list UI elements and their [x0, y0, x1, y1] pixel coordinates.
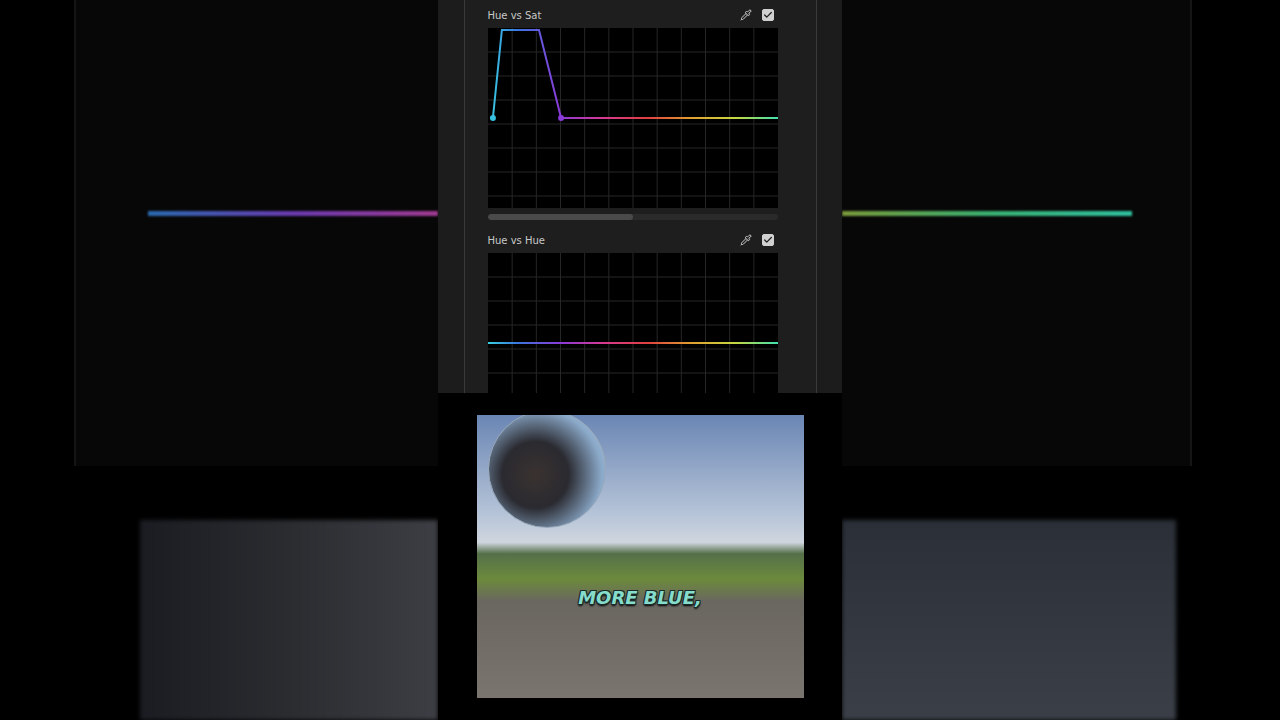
curve-section: Hue vs Sat — [488, 2, 776, 220]
curve-handle[interactable] — [558, 115, 564, 121]
eyedropper-icon[interactable] — [740, 234, 752, 246]
curve-title: Hue vs Hue — [488, 235, 546, 246]
curve-header: Hue vs Hue — [488, 227, 776, 253]
video-photo: MORE BLUE, — [477, 415, 804, 698]
scrollbar-thumb[interactable] — [488, 214, 633, 220]
blurred-right-side — [842, 0, 1280, 720]
check-icon — [763, 10, 773, 20]
curve-graph[interactable] — [488, 28, 778, 208]
curve-handle[interactable] — [489, 115, 495, 121]
curve-line[interactable] — [492, 30, 777, 118]
curve-graph[interactable] — [488, 253, 778, 393]
eyedropper-icon[interactable] — [740, 9, 752, 21]
curve-title: Hue vs Sat — [488, 10, 542, 21]
webcam-overlay — [488, 415, 606, 528]
center-column: Hue vs Sat Hue vs Hue MORE BLUE, — [438, 0, 842, 720]
video-frame: Hue vs Sat Hue vs Hue MORE BLUE, — [0, 0, 1280, 720]
enable-checkbox[interactable] — [762, 234, 774, 246]
curve-header: Hue vs Sat — [488, 2, 776, 28]
curve-line[interactable] — [488, 342, 778, 344]
blurred-left-side — [0, 0, 438, 720]
video-area: MORE BLUE, — [438, 393, 842, 720]
caption: MORE BLUE, — [477, 587, 804, 608]
curve-section: Hue vs Hue — [488, 227, 776, 393]
check-icon — [763, 235, 773, 245]
curves-panel: Hue vs Sat Hue vs Hue — [438, 0, 842, 393]
enable-checkbox[interactable] — [762, 9, 774, 21]
scrollbar[interactable] — [488, 214, 778, 220]
